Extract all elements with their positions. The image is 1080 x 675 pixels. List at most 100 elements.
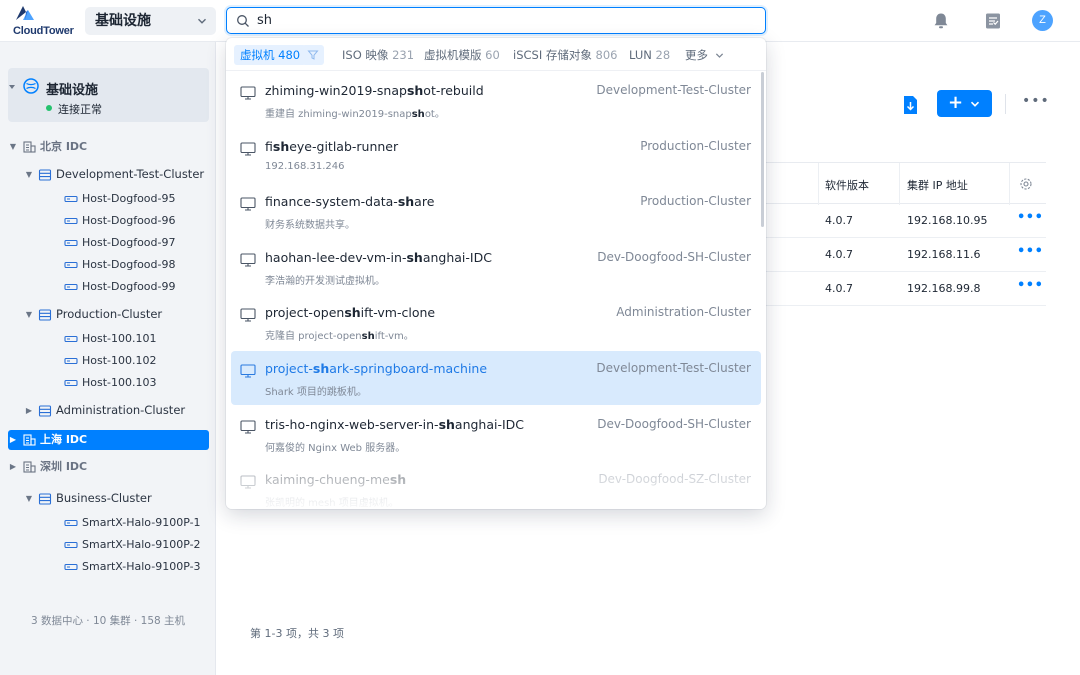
cloudtower-logo[interactable]: CloudTower xyxy=(12,4,76,38)
vm-name-suffix: ift-vm-clone xyxy=(360,305,436,321)
add-button[interactable]: + xyxy=(937,90,992,117)
vm-name-prefix: project-open xyxy=(265,305,345,321)
sidebar-item-host[interactable]: Host-100.101 xyxy=(60,329,157,349)
caret-right-icon[interactable]: ▶ xyxy=(8,457,18,477)
vm-description: 192.168.31.246 xyxy=(265,161,345,172)
row-more-button[interactable]: ••• xyxy=(1017,244,1043,259)
host-icon xyxy=(64,283,78,291)
tab-iso-image[interactable]: ISO 映像 231 xyxy=(342,45,414,65)
vm-description-prefix: 财务系统数据共享。 xyxy=(265,220,355,232)
match-highlight: sh xyxy=(406,83,424,98)
sidebar-item-label: SmartX-Halo-9100P-2 xyxy=(82,538,201,551)
sidebar-item-host[interactable]: Host-Dogfood-96 xyxy=(60,211,175,231)
sidebar-item-label: SmartX-Halo-9100P-3 xyxy=(82,560,201,573)
vm-name-prefix: tris-ho-nginx-web-server-in- xyxy=(265,416,439,432)
toolbar-divider xyxy=(1005,94,1006,114)
vm-description: 何嘉俊的 Nginx Web 服务器。 xyxy=(265,439,405,454)
match-highlight: sh xyxy=(312,361,330,376)
top-bar: CloudTower 基础设施 Z xyxy=(0,0,1080,42)
vm-cluster: Development-Test-Cluster xyxy=(596,83,751,97)
user-avatar[interactable]: Z xyxy=(1032,10,1053,31)
scrollbar[interactable] xyxy=(761,72,764,227)
sidebar-item-cluster[interactable]: ▼ Business-Cluster xyxy=(24,488,152,508)
row-more-button[interactable]: ••• xyxy=(1017,210,1043,225)
tab-lun[interactable]: LUN 28 xyxy=(629,45,670,65)
caret-down-icon[interactable] xyxy=(8,83,16,91)
more-actions-button[interactable]: ••• xyxy=(1022,93,1050,109)
sidebar-item-host[interactable]: Host-Dogfood-98 xyxy=(60,255,175,275)
sidebar-item-dc[interactable]: ▶ 上海 IDC xyxy=(8,430,209,450)
tab-count: 231 xyxy=(392,48,415,62)
column-header-cluster-ip[interactable]: 集群 IP 地址 xyxy=(907,177,968,193)
download-icon[interactable] xyxy=(897,92,923,118)
search-result-item[interactable]: haohan-lee-dev-vm-in-shanghai-IDC 李浩瀚的开发测… xyxy=(231,240,761,294)
tab-iscsi-object[interactable]: iSCSI 存储对象 806 xyxy=(513,45,617,65)
match-highlight: sh xyxy=(344,305,361,321)
caret-down-icon[interactable]: ▼ xyxy=(24,305,34,325)
caret-down-icon[interactable]: ▼ xyxy=(8,137,18,157)
search-result-item[interactable]: project-openshift-vm-clone 克隆自 project-op… xyxy=(231,295,761,349)
sidebar-item-host[interactable]: Host-Dogfood-99 xyxy=(60,277,175,297)
sidebar-item-host[interactable]: SmartX-Halo-9100P-3 xyxy=(60,557,201,577)
sidebar-item-host[interactable]: Host-Dogfood-95 xyxy=(60,189,175,209)
vm-cluster: Dev-Doogfood-SH-Cluster xyxy=(597,249,751,264)
sidebar-item-host[interactable]: Host-100.102 xyxy=(60,351,157,371)
vm-description: Shark 项目的跳板机。 xyxy=(265,383,367,398)
sidebar-summary: 3 数据中心 · 10 集群 · 158 主机 xyxy=(30,615,186,627)
bell-icon[interactable] xyxy=(930,10,952,32)
search-result-item[interactable]: fisheye-gitlab-runner 192.168.31.246 Produ… xyxy=(231,129,761,183)
sidebar-item-host[interactable]: SmartX-Halo-9100P-2 xyxy=(60,535,201,555)
vm-name: project-openshift-vm-clone xyxy=(265,305,435,320)
sidebar-item-cluster[interactable]: ▶ Administration-Cluster xyxy=(24,400,185,420)
search-result-item[interactable]: tris-ho-nginx-web-server-in-shanghai-IDC… xyxy=(231,407,761,461)
vm-name-suffix: anghai-IDC xyxy=(422,249,492,265)
cluster-icon xyxy=(38,492,52,505)
vm-description-prefix: Shark 项目的跳板机。 xyxy=(265,387,367,398)
search-result-item[interactable]: zhiming-win2019-snapshot-rebuild 重建自 zhim… xyxy=(231,73,761,127)
search-icon xyxy=(237,15,249,27)
search-result-item[interactable]: project-shark-springboard-machine Shark 项… xyxy=(231,351,761,405)
tab-label: 更多 xyxy=(685,48,708,62)
task-list-icon[interactable] xyxy=(982,10,1004,32)
context-selector[interactable]: 基础设施 xyxy=(85,7,216,35)
sidebar-item-host[interactable]: SmartX-Halo-9100P-1 xyxy=(60,513,201,533)
filter-button[interactable] xyxy=(302,45,324,65)
column-divider xyxy=(1009,163,1010,205)
sidebar-item-label: Host-Dogfood-96 xyxy=(82,214,176,227)
chevron-down-icon xyxy=(198,18,206,24)
caret-down-icon[interactable]: ▼ xyxy=(24,489,34,509)
context-selector-label: 基础设施 xyxy=(95,13,151,29)
sidebar-root-infrastructure[interactable]: 基础设施 连接正常 xyxy=(8,68,209,122)
tab-more[interactable]: 更多 xyxy=(685,45,724,65)
tab-label: iSCSI 存储对象 xyxy=(513,48,592,62)
caret-down-icon[interactable]: ▼ xyxy=(24,165,34,185)
sidebar-item-host[interactable]: Host-Dogfood-97 xyxy=(60,233,175,253)
global-search-input[interactable] xyxy=(257,11,757,30)
vm-description-suffix: ot。 xyxy=(424,109,445,120)
match-highlight: sh xyxy=(272,138,290,154)
sidebar-item-cluster[interactable]: ▼ Development-Test-Cluster xyxy=(24,164,204,184)
sidebar-item-dc[interactable]: ▶ 深圳 IDC xyxy=(8,457,87,477)
sidebar-item-dc[interactable]: ▼ 北京 IDC xyxy=(8,137,87,157)
tab-vm[interactable]: 虚拟机 480 xyxy=(234,45,307,65)
host-icon xyxy=(64,239,78,247)
match-highlight: sh xyxy=(361,331,375,343)
sidebar-item-host[interactable]: Host-100.103 xyxy=(60,373,157,393)
vm-monitor-icon xyxy=(240,142,256,156)
column-divider xyxy=(818,163,819,205)
search-result-item[interactable]: finance-system-data-share 财务系统数据共享。 Produc… xyxy=(231,184,761,238)
sidebar-root-name: 基础设施 xyxy=(46,83,99,98)
datacenter-icon xyxy=(23,141,36,153)
vm-cluster: Administration-Cluster xyxy=(616,305,751,320)
column-header-version[interactable]: 软件版本 xyxy=(825,177,869,193)
vm-name: haohan-lee-dev-vm-in-shanghai-IDC xyxy=(265,250,492,265)
tab-vm-template[interactable]: 虚拟机模版 60 xyxy=(424,45,500,65)
column-settings-icon[interactable] xyxy=(1019,177,1033,191)
caret-right-icon[interactable]: ▶ xyxy=(8,430,18,450)
sidebar-item-cluster[interactable]: ▼ Production-Cluster xyxy=(24,304,162,324)
host-icon xyxy=(64,217,78,225)
global-search-box[interactable] xyxy=(226,7,766,34)
vm-name-suffix: are xyxy=(414,194,435,210)
caret-right-icon[interactable]: ▶ xyxy=(24,401,34,421)
row-more-button[interactable]: ••• xyxy=(1017,278,1043,293)
